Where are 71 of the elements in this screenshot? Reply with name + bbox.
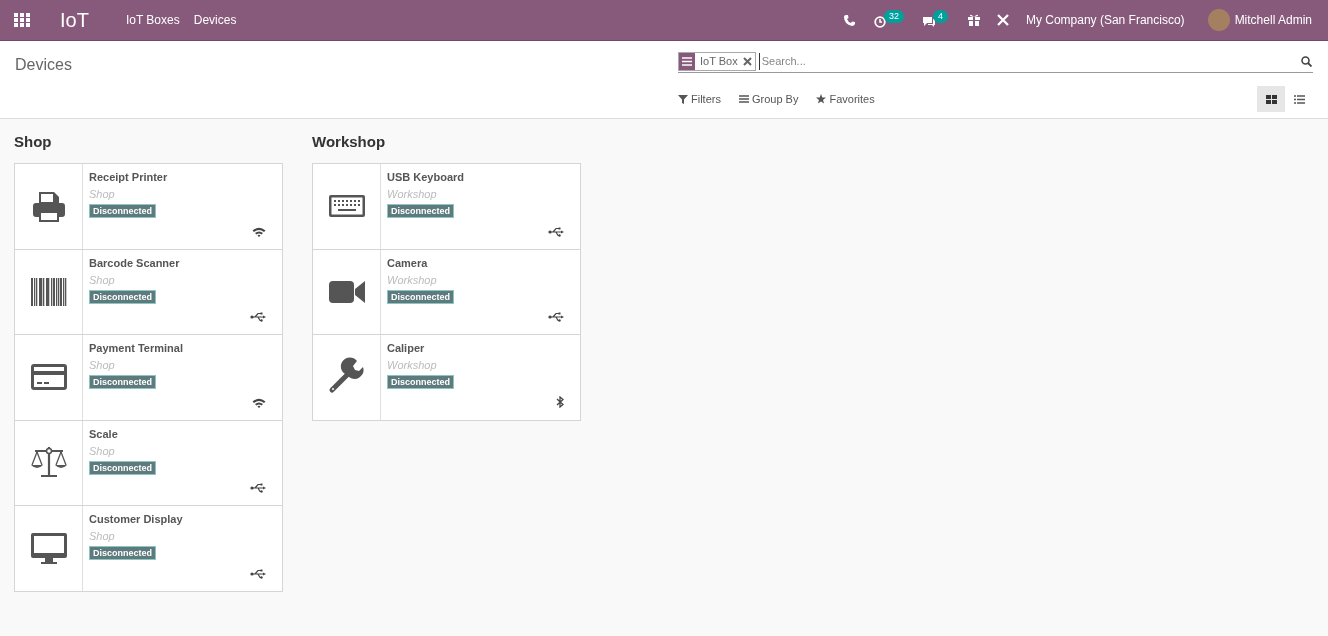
device-card[interactable]: Barcode Scanner Shop Disconnected — [14, 248, 283, 335]
view-switch-button[interactable] — [1257, 86, 1285, 112]
group-title: Workshop — [312, 132, 387, 152]
status-badge: Disconnected — [89, 289, 156, 304]
list-icon — [679, 53, 695, 70]
filter-button[interactable]: Filters — [678, 90, 721, 108]
device-name: Customer Display — [89, 512, 183, 526]
device-name: Payment Terminal — [89, 341, 183, 355]
device-name: Camera — [387, 255, 428, 270]
app-title: IoT — [60, 8, 89, 33]
device-card[interactable]: Customer Display Shop Disconnected — [14, 505, 283, 592]
device-card[interactable]: Scale Shop Disconnected — [14, 419, 283, 506]
group-title: Shop — [14, 132, 53, 152]
device-name: USB Keyboard — [387, 170, 465, 184]
usb-icon — [250, 312, 266, 322]
status-badge: Disconnected — [387, 204, 454, 218]
company-switcher[interactable]: My Company (San Francisco) — [1025, 11, 1185, 29]
device-location: Workshop — [387, 358, 437, 372]
device-card[interactable]: Caliper Workshop Disconnected — [312, 334, 581, 421]
status-badge: Disconnected — [89, 546, 156, 560]
usb-icon — [548, 312, 564, 322]
filter-button[interactable]: Group By — [738, 90, 799, 108]
device-name: Barcode Scanner — [89, 255, 180, 270]
filter-button[interactable]: Favorites — [816, 90, 875, 108]
usb-icon — [548, 226, 564, 237]
device-location: Shop — [89, 272, 115, 287]
phone-icon[interactable] — [843, 14, 855, 26]
status-badge: Disconnected — [387, 375, 454, 389]
star-icon — [816, 94, 827, 104]
search-facet[interactable]: IoT Box — [678, 52, 756, 71]
kanban-icon — [1265, 94, 1277, 104]
wifi-icon — [252, 397, 266, 408]
device-location: Shop — [89, 529, 115, 543]
wifi-icon — [252, 226, 266, 237]
device-card[interactable]: Receipt Printer Shop Disconnected — [14, 163, 283, 250]
status-badge: Disconnected — [89, 460, 156, 475]
facet-label: IoT Box — [699, 54, 739, 70]
device-location: Workshop — [387, 187, 437, 201]
user-menu[interactable]: Mitchell Admin — [1234, 11, 1312, 29]
breadcrumb: Devices — [15, 56, 72, 73]
status-badge: Disconnected — [387, 289, 454, 304]
gift-icon[interactable] — [967, 14, 980, 26]
list-view-icon — [1293, 94, 1305, 104]
menu-item[interactable]: Devices — [193, 11, 237, 29]
notification-badge: 4 — [932, 9, 948, 23]
device-name: Receipt Printer — [89, 170, 168, 184]
usb-icon — [250, 568, 266, 579]
status-badge: Disconnected — [89, 375, 156, 389]
bluetooth-icon — [556, 395, 564, 408]
search-field[interactable]: Search... — [758, 53, 1301, 70]
remove-icon[interactable] — [742, 57, 752, 66]
user-avatar — [1207, 9, 1230, 31]
clock-icon[interactable] — [873, 15, 886, 28]
search-icon[interactable] — [1301, 56, 1312, 67]
filter-icon — [678, 94, 688, 104]
status-badge: Disconnected — [89, 204, 156, 218]
device-location: Shop — [89, 187, 115, 201]
device-card[interactable]: Payment Terminal Shop Disconnected — [14, 334, 283, 421]
device-location: Workshop — [387, 272, 437, 287]
apps-menu-icon[interactable] — [14, 13, 30, 27]
device-location: Shop — [89, 358, 115, 372]
device-location: Shop — [89, 443, 115, 458]
device-card[interactable]: Camera Workshop Disconnected — [312, 248, 581, 335]
usb-icon — [250, 483, 266, 493]
list-icon — [738, 94, 749, 104]
device-name: Scale — [89, 426, 118, 441]
chat-icon[interactable] — [921, 15, 936, 28]
device-card[interactable]: USB Keyboard Workshop Disconnected — [312, 163, 581, 250]
device-name: Caliper — [387, 341, 425, 355]
menu-item[interactable]: IoT Boxes — [125, 11, 180, 29]
notification-badge: 32 — [883, 9, 904, 23]
